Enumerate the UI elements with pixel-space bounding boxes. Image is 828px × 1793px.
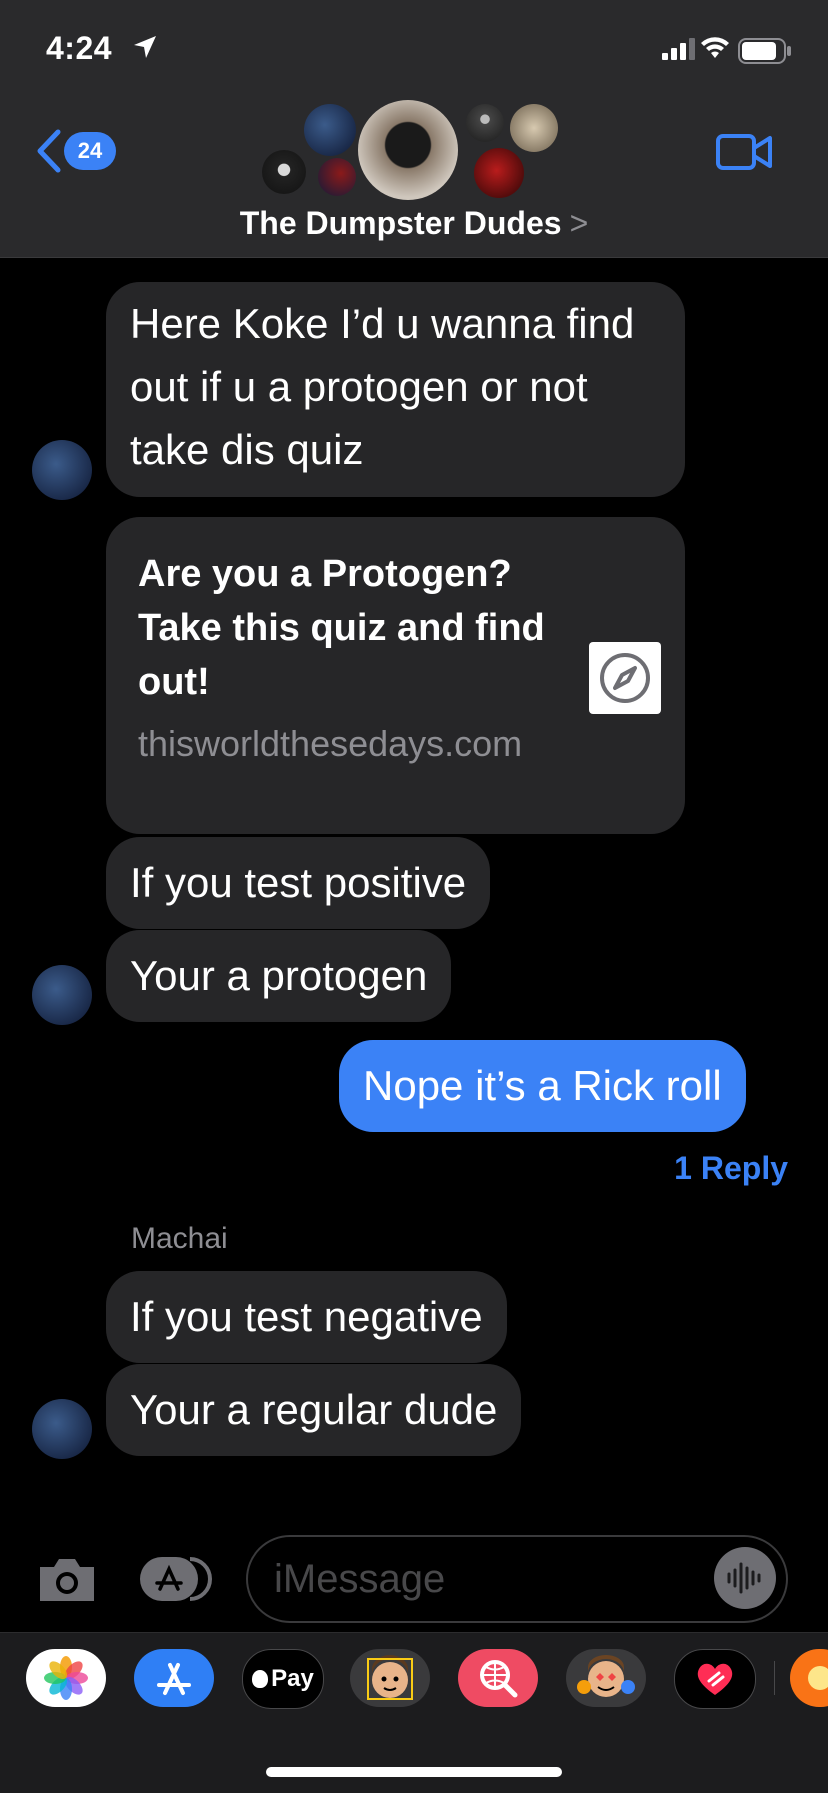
conversation-header: 4:24 24 The Dumpster Dudes >: [0, 0, 828, 258]
digital-touch-button[interactable]: [674, 1649, 756, 1709]
sender-avatar[interactable]: [32, 965, 92, 1025]
imessage-app-drawer: Pay: [0, 1632, 828, 1793]
memoji-stickers-icon: [577, 1655, 635, 1697]
globe-search-icon: [480, 1660, 518, 1698]
message-text: Your a regular dude: [130, 1386, 498, 1433]
message-text: If you test positive: [130, 859, 467, 906]
wifi-icon: [700, 36, 730, 65]
message-text: If you test negative: [130, 1293, 483, 1340]
member-avatar: [318, 158, 356, 196]
group-name-text: The Dumpster Dudes: [239, 205, 562, 241]
sender-name: Machai: [131, 1222, 228, 1255]
app-store-toggle-button[interactable]: [138, 1555, 214, 1608]
group-photo-avatar: [358, 100, 458, 200]
video-camera-icon: [716, 134, 772, 170]
home-indicator[interactable]: [266, 1767, 562, 1777]
apple-pay-app-button[interactable]: Pay: [242, 1649, 324, 1709]
member-avatar: [474, 148, 524, 198]
memoji-face-icon: [367, 1655, 413, 1700]
member-avatar: [304, 104, 356, 156]
received-message[interactable]: If you test negative: [106, 1271, 507, 1363]
sender-avatar[interactable]: [32, 440, 92, 500]
message-input-placeholder: iMessage: [274, 1557, 446, 1601]
message-text: Your a protogen: [130, 952, 428, 999]
received-message[interactable]: Here Koke I’d u wanna find out if u a pr…: [106, 282, 685, 497]
thread-reply-link[interactable]: 1 Reply: [674, 1150, 788, 1187]
unread-count-badge: 24: [64, 132, 116, 170]
battery-icon: [738, 38, 792, 69]
message-text: Nope it’s a Rick roll: [363, 1062, 722, 1109]
group-title[interactable]: The Dumpster Dudes >: [0, 205, 828, 242]
apple-pay-label: Pay: [271, 1665, 314, 1692]
member-avatar: [262, 150, 306, 194]
safari-compass-icon: [589, 642, 661, 714]
memoji-stickers-button[interactable]: [566, 1649, 646, 1707]
status-bar: 4:24: [46, 30, 792, 70]
facetime-video-button[interactable]: [716, 134, 772, 175]
sender-avatar[interactable]: [32, 1399, 92, 1459]
waveform-icon: [727, 1562, 761, 1594]
memoji-app-button[interactable]: [350, 1649, 430, 1707]
compose-bar: iMessage: [0, 1527, 828, 1627]
status-time: 4:24: [46, 30, 113, 66]
more-apps-partial[interactable]: [790, 1649, 828, 1707]
photos-app-button[interactable]: [26, 1649, 106, 1707]
chevron-right-icon: >: [569, 205, 589, 241]
link-title: Are you a Protogen? Take this quiz and f…: [138, 553, 545, 703]
apple-logo-icon: [252, 1670, 269, 1688]
audio-message-button[interactable]: [714, 1547, 776, 1609]
app-icon: [808, 1666, 828, 1690]
app-store-app-button[interactable]: [134, 1649, 214, 1707]
link-preview-card[interactable]: Are you a Protogen? Take this quiz and f…: [106, 517, 685, 834]
member-avatar: [466, 104, 504, 142]
received-message[interactable]: Your a regular dude: [106, 1364, 522, 1456]
heart-touch-icon: [697, 1663, 733, 1695]
photos-icon: [44, 1656, 88, 1700]
camera-button[interactable]: [36, 1555, 98, 1610]
received-message[interactable]: Your a protogen: [106, 930, 452, 1022]
web-image-search-button[interactable]: [458, 1649, 538, 1707]
app-store-icon: [140, 1557, 212, 1601]
link-url: thisworldthesedays.com: [138, 723, 523, 764]
message-input[interactable]: iMessage: [246, 1535, 788, 1623]
location-arrow-icon: [132, 34, 158, 65]
back-button[interactable]: 24: [34, 128, 124, 178]
cellular-signal-icon: [662, 38, 696, 65]
drawer-divider: [774, 1661, 775, 1695]
chevron-left-icon: [37, 129, 61, 173]
app-store-a-icon: [157, 1663, 191, 1695]
camera-icon: [40, 1559, 94, 1601]
message-list[interactable]: Here Koke I’d u wanna find out if u a pr…: [0, 257, 828, 1527]
message-text: Here Koke I’d u wanna find out if u a pr…: [130, 300, 635, 473]
group-avatars[interactable]: [262, 100, 566, 210]
received-message[interactable]: If you test positive: [106, 837, 491, 929]
member-avatar: [510, 104, 558, 152]
sent-message[interactable]: Nope it’s a Rick roll: [339, 1040, 746, 1132]
